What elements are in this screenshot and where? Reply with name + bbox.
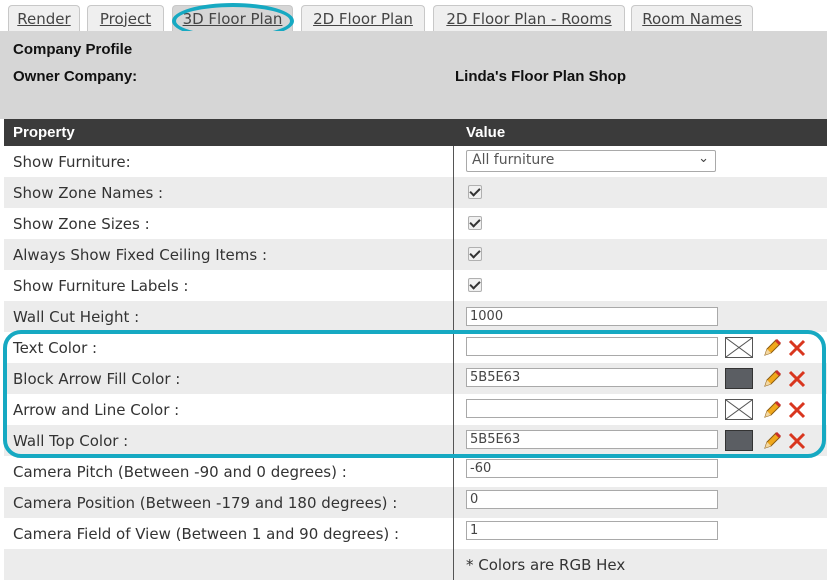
select-value: All furniture xyxy=(472,152,555,168)
row-label: Camera Field of View (Between 1 and 90 d… xyxy=(13,525,400,543)
delete-x-icon[interactable] xyxy=(786,430,808,452)
row-label: Block Arrow Fill Color : xyxy=(13,370,181,388)
pencil-edit-icon[interactable] xyxy=(761,368,783,390)
company-profile-header: Company Profile Owner Company: Linda's F… xyxy=(0,31,827,119)
row-label: Arrow and Line Color : xyxy=(13,401,180,419)
wall-cut-height-input[interactable]: 1000 xyxy=(466,307,718,326)
row-label: Show Zone Names : xyxy=(13,184,164,202)
row-camera-position: Camera Position (Between -179 and 180 de… xyxy=(4,487,827,518)
row-camera-field-of-view: Camera Field of View (Between 1 and 90 d… xyxy=(4,518,827,549)
color-swatch[interactable] xyxy=(725,368,753,389)
column-divider xyxy=(453,208,454,239)
column-header-value: Value xyxy=(466,124,506,141)
no-color-swatch-icon[interactable] xyxy=(725,337,753,358)
tab-2d-floor-plan[interactable]: 2D Floor Plan xyxy=(301,5,425,31)
camera-position-input[interactable]: 0 xyxy=(466,490,718,509)
delete-x-icon[interactable] xyxy=(786,368,808,390)
column-divider xyxy=(453,394,454,425)
column-divider xyxy=(453,456,454,487)
delete-x-icon[interactable] xyxy=(786,337,808,359)
row-label: Always Show Fixed Ceiling Items : xyxy=(13,246,268,264)
pencil-edit-icon[interactable] xyxy=(761,430,783,452)
owner-company-label: Owner Company: xyxy=(13,68,138,85)
row-label: Show Zone Sizes : xyxy=(13,215,150,233)
show-zone-names-checkbox[interactable] xyxy=(468,185,482,199)
row-show-furniture: Show Furniture: All furniture ⌄ xyxy=(4,146,827,177)
tab-2d-floor-plan-rooms[interactable]: 2D Floor Plan - Rooms xyxy=(433,5,625,31)
text-color-input[interactable] xyxy=(466,337,718,356)
column-divider xyxy=(453,487,454,518)
row-label: Wall Cut Height : xyxy=(13,308,140,326)
row-label: Camera Pitch (Between -90 and 0 degrees)… xyxy=(13,463,347,481)
show-zone-sizes-checkbox[interactable] xyxy=(468,216,482,230)
column-divider xyxy=(453,301,454,332)
tab-room-names[interactable]: Room Names xyxy=(631,5,753,31)
row-label: Text Color : xyxy=(13,339,98,357)
row-label: Show Furniture: xyxy=(13,153,131,171)
row-show-furniture-labels: Show Furniture Labels : xyxy=(4,270,827,301)
owner-company-value: Linda's Floor Plan Shop xyxy=(455,68,627,85)
always-show-ceiling-items-checkbox[interactable] xyxy=(468,247,482,261)
arrow-line-color-input[interactable] xyxy=(466,399,718,418)
camera-fov-input[interactable]: 1 xyxy=(466,521,718,540)
column-header-property: Property xyxy=(13,124,75,141)
row-always-show-ceiling-items: Always Show Fixed Ceiling Items : xyxy=(4,239,827,270)
row-label: Wall Top Color : xyxy=(13,432,129,450)
tab-bar: Render Project 3D Floor Plan 2D Floor Pl… xyxy=(0,0,827,39)
column-divider xyxy=(453,146,454,177)
tab-render[interactable]: Render xyxy=(8,5,80,31)
row-camera-pitch: Camera Pitch (Between -90 and 0 degrees)… xyxy=(4,456,827,487)
column-divider xyxy=(453,177,454,208)
column-divider xyxy=(453,239,454,270)
row-arrow-line-color: Arrow and Line Color : xyxy=(4,394,827,425)
row-text-color: Text Color : xyxy=(4,332,827,363)
no-color-swatch-icon[interactable] xyxy=(725,399,753,420)
row-show-zone-names: Show Zone Names : xyxy=(4,177,827,208)
row-show-zone-sizes: Show Zone Sizes : xyxy=(4,208,827,239)
row-footnote xyxy=(4,549,827,580)
column-divider xyxy=(453,332,454,363)
tab-project[interactable]: Project xyxy=(87,5,164,31)
color-swatch[interactable] xyxy=(725,430,753,451)
row-label: Camera Position (Between -179 and 180 de… xyxy=(13,494,398,512)
column-divider xyxy=(453,518,454,549)
column-divider xyxy=(453,549,454,580)
pencil-edit-icon[interactable] xyxy=(761,399,783,421)
show-furniture-labels-checkbox[interactable] xyxy=(468,278,482,292)
column-divider xyxy=(453,425,454,456)
row-wall-top-color: Wall Top Color : 5B5E63 xyxy=(4,425,827,456)
table-header: Property Value xyxy=(4,119,827,146)
wall-top-color-input[interactable]: 5B5E63 xyxy=(466,430,718,449)
page-title: Company Profile xyxy=(13,41,133,58)
row-wall-cut-height: Wall Cut Height : 1000 xyxy=(4,301,827,332)
column-divider xyxy=(453,270,454,301)
column-divider xyxy=(453,363,454,394)
row-block-arrow-fill-color: Block Arrow Fill Color : 5B5E63 xyxy=(4,363,827,394)
row-label: Show Furniture Labels : xyxy=(13,277,189,295)
delete-x-icon[interactable] xyxy=(786,399,808,421)
block-arrow-fill-color-input[interactable]: 5B5E63 xyxy=(466,368,718,387)
show-furniture-select[interactable]: All furniture ⌄ xyxy=(466,150,716,172)
color-format-footnote: * Colors are RGB Hex xyxy=(466,556,626,574)
camera-pitch-input[interactable]: -60 xyxy=(466,459,718,478)
chevron-down-icon: ⌄ xyxy=(698,151,709,166)
pencil-edit-icon[interactable] xyxy=(761,337,783,359)
